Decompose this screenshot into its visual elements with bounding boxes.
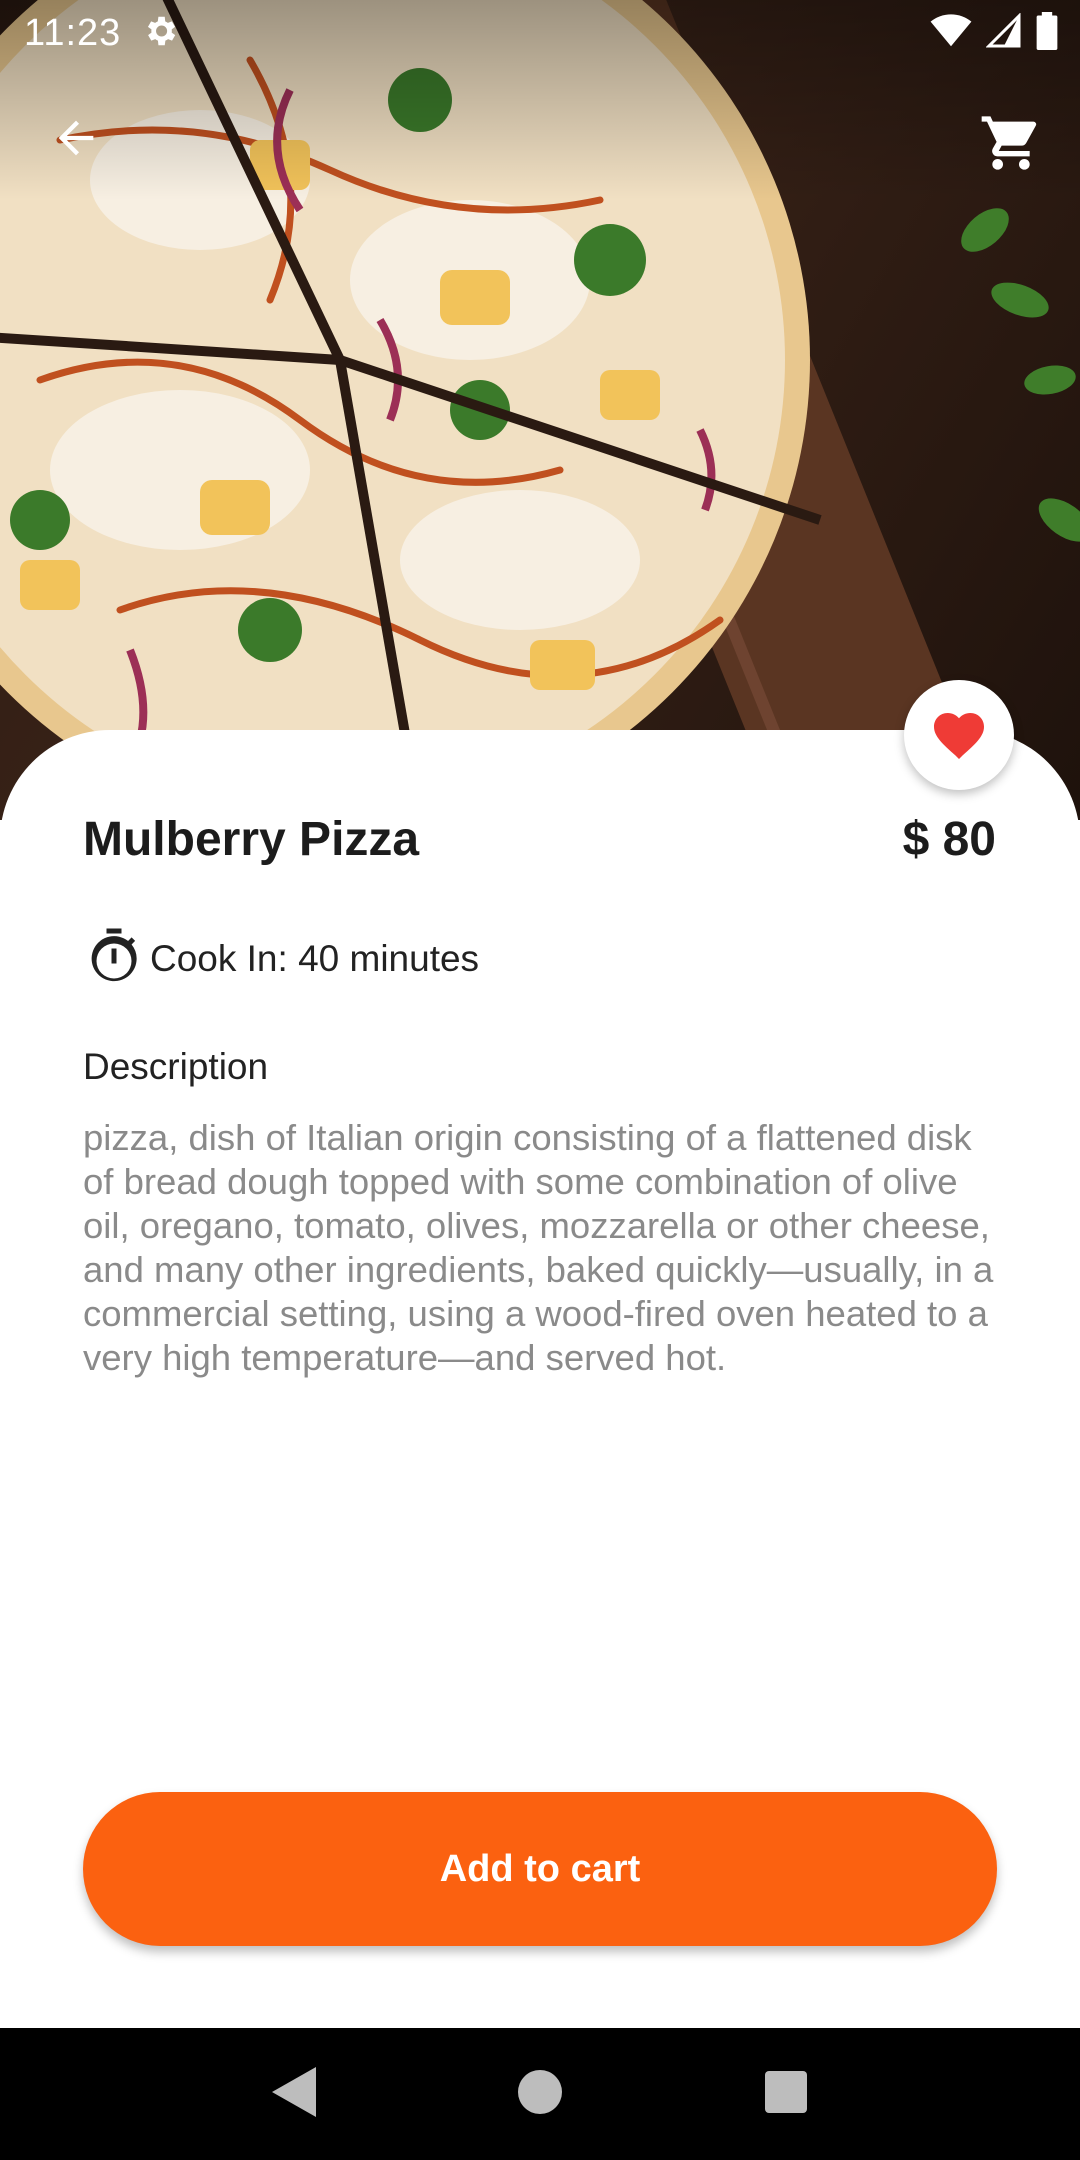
arrow-back-icon [50,112,102,169]
nav-recents-button[interactable] [756,2064,816,2124]
favorite-button[interactable] [904,680,1014,790]
wifi-icon [930,13,972,53]
timer-icon [84,926,144,991]
cook-time-row: Cook In: 40 minutes [84,926,479,991]
description-heading: Description [83,1046,269,1087]
nav-back-button[interactable] [264,2064,324,2124]
settings-icon [141,12,179,55]
product-detail-screen: 11:23 Mulberry Pizza $ 80 Cook In: 40 mi… [0,0,1080,2160]
nav-home-button[interactable] [510,2064,570,2124]
recents-square-icon [765,2070,807,2118]
add-to-cart-label: Add to cart [439,1847,641,1890]
back-button[interactable] [40,104,112,176]
description-body: pizza, dish of Italian origin consisting… [83,1117,994,1378]
product-title: Mulberry Pizza [83,813,420,866]
heart-icon [929,705,989,766]
cook-time-text: Cook In: 40 minutes [150,937,480,979]
status-time: 11:23 [24,11,122,54]
cart-button[interactable] [970,104,1052,186]
add-to-cart-button[interactable]: Add to cart [83,1792,997,1946]
back-triangle-icon [272,2066,316,2122]
cellular-signal-icon [985,11,1022,54]
home-circle-icon [518,2069,562,2119]
battery-icon [1036,11,1058,55]
product-price: $ 80 [902,813,996,866]
status-bar: 11:23 [0,0,1080,66]
shopping-cart-icon [979,111,1043,180]
system-navigation-bar [0,2028,1080,2160]
